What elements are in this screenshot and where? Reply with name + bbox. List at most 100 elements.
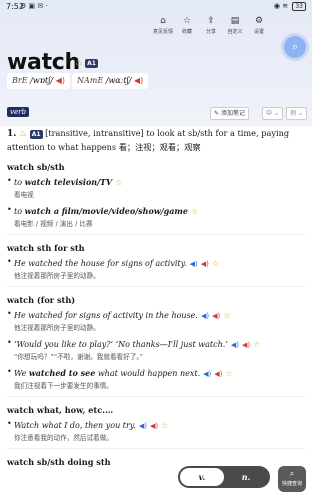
example-item: He watched for signs of activity in the … (7, 309, 305, 334)
speaker-uk-icon[interactable]: ◀) (242, 341, 250, 349)
favorite-label: 收藏 (181, 29, 192, 35)
quick-lookup-button[interactable]: ⌕ 快捷查询 (278, 466, 306, 492)
example-item: ‘Would you like to play?’ ‘No thanks—I'l… (7, 338, 305, 363)
share-label: 分享 (205, 29, 216, 35)
entry-toolbar: ⌂ 意见反馈 ☆ 收藏 ⇪ 分享 ▤ 自定义 ⚙ 设置 (152, 16, 268, 35)
pattern-heading: watch what, how, etc.… (7, 405, 114, 415)
example-translation: “你想玩吗？”“不啦，谢谢。我就看看好了。” (14, 353, 144, 361)
example-item: to watch television/TV☆ 看电视 (7, 176, 305, 201)
pattern-heading: watch (for sth) (7, 295, 76, 305)
gear-icon: ⚙ (254, 16, 264, 26)
favorite-star-icon[interactable]: ☆ (191, 207, 198, 216)
example-text-pre: Watch what I do, then you try. (14, 421, 136, 430)
example-text-bold: watch a film/movie/video/show/game (24, 206, 188, 216)
pron-us-ipa: /wɑːtʃ/ (105, 76, 132, 85)
example-translation: 他注视着那所房子里的动静。 (14, 272, 100, 280)
example-english: to watch a film/movie/video/show/game☆ (14, 205, 305, 218)
note-icon: ✎ (214, 110, 220, 117)
speaker-uk-icon[interactable]: ◀) (56, 76, 65, 85)
settings-label: 设置 (253, 29, 264, 35)
speaker-us-icon[interactable]: ◀) (190, 260, 198, 268)
speaker-uk-icon[interactable]: ◀) (201, 260, 209, 268)
pron-us-region: NAmE (77, 76, 104, 85)
example-english: We watched to see what would happen next… (14, 367, 305, 380)
sense-definition: 1. ♨ A1 [transitive, intransitive] to lo… (7, 127, 305, 154)
speaker-uk-icon[interactable]: ◀) (212, 312, 220, 320)
pron-uk[interactable]: BrE /wɒtʃ/ ◀) (7, 73, 70, 89)
favorite-star-icon[interactable]: ☆ (212, 259, 219, 268)
language-dropdown[interactable]: 中 ⌄ (262, 107, 283, 120)
star-icon: ☆ (182, 16, 192, 26)
example-english: to watch television/TV☆ (14, 176, 305, 189)
customize-button[interactable]: ▤ 自定义 (226, 16, 244, 35)
language-dropdown-label: 中 (266, 110, 273, 117)
speaker-us-icon[interactable]: ◀) (201, 312, 209, 320)
favorite-star-icon[interactable]: ☆ (225, 369, 232, 378)
speaker-uk-icon[interactable]: ◀) (150, 422, 158, 430)
share-button[interactable]: ⇪ 分享 (202, 16, 220, 35)
example-text-pre: ‘Would you like to play?’ ‘No thanks—I'l… (14, 340, 228, 349)
favorite-button[interactable]: ☆ 收藏 (178, 16, 196, 35)
example-text-pre: to (14, 178, 25, 187)
chevron-down-icon: ⌄ (273, 110, 279, 117)
status-bar: 7:52 ⚙ ▣ ✉ · ◉ ≋ 33 (0, 0, 312, 14)
feedback-icon: ⌂ (160, 16, 166, 26)
settings-button[interactable]: ⚙ 设置 (250, 16, 268, 35)
speaker-us-icon[interactable]: ◀) (139, 422, 147, 430)
favorite-star-icon[interactable]: ☆ (115, 178, 122, 187)
example-english: Watch what I do, then you try.◀)◀)☆ (14, 419, 305, 432)
example-text-pre: He watched the house for signs of activi… (14, 259, 187, 268)
speaker-uk-icon[interactable]: ◀) (214, 370, 222, 378)
example-english: He watched the house for signs of activi… (14, 257, 305, 270)
example-item: to watch a film/movie/video/show/game☆ 看电… (7, 205, 305, 230)
tab-noun[interactable]: n. (224, 468, 268, 486)
add-note-button[interactable]: ✎ 添加笔记 (210, 107, 249, 120)
battery-icon: 33 (292, 2, 306, 11)
example-dropdown[interactable]: 例 ⌄ (286, 107, 307, 120)
sense-level-badge: A1 (29, 130, 43, 139)
quick-lookup-icon: ⌕ (289, 469, 295, 478)
pattern-heading: watch sth for sth (7, 243, 85, 253)
customize-label: 自定义 (227, 29, 243, 35)
example-text-pre: We (14, 369, 29, 378)
example-text-bold: watched to see (28, 368, 96, 378)
pron-us[interactable]: NAmE /wɑːtʃ/ ◀) (72, 73, 149, 89)
speaker-us-icon[interactable]: ◀) (134, 76, 143, 85)
example-translation: 我们注视着下一步要发生的事情。 (14, 382, 113, 390)
example-text-bold: watch television/TV (24, 177, 113, 187)
add-note-label: 添加笔记 (220, 110, 245, 117)
speaker-us-icon[interactable]: ◀) (203, 370, 211, 378)
quick-lookup-label: 快捷查询 (281, 481, 302, 487)
headword: watch (7, 50, 80, 75)
section-divider (7, 234, 305, 235)
level-badge: A1 (85, 58, 98, 68)
section-divider (7, 448, 305, 449)
sense-number: 1. (7, 129, 17, 139)
sense-definition-text: [transitive, intransitive] to look at sb… (7, 128, 290, 152)
example-item: Watch what I do, then you try.◀)◀)☆你注意看我… (7, 419, 305, 444)
pattern-heading: watch sb/sth (7, 162, 65, 172)
chevron-down-icon: ⌄ (297, 110, 303, 117)
example-dropdown-label: 例 (290, 110, 297, 117)
favorite-star-icon[interactable]: ☆ (223, 311, 230, 320)
favorite-star-icon[interactable]: ☆ (161, 421, 168, 430)
tab-verb[interactable]: v. (180, 468, 224, 486)
example-item: We watched to see what would happen next… (7, 367, 305, 392)
notification-icons: ⚙ ▣ ✉ · (20, 2, 48, 10)
search-button[interactable]: ⌕ (284, 36, 306, 58)
feedback-button[interactable]: ⌂ 意见反馈 (152, 16, 173, 35)
headword-tags: ♨ A1 (75, 58, 98, 68)
system-icons: ◉ ≋ 33 (274, 2, 306, 11)
example-sections: watch sb/sthto watch television/TV☆看电视to… (7, 162, 305, 467)
example-translation: 他注视着那所房子里的动静。 (14, 324, 100, 332)
entry-content: 1. ♨ A1 [transitive, intransitive] to lo… (7, 127, 305, 470)
search-icon: ⌕ (291, 40, 299, 53)
flame-icon: ♨ (75, 58, 84, 68)
feedback-label: 意见反馈 (152, 29, 173, 35)
favorite-star-icon[interactable]: ☆ (253, 340, 260, 349)
example-text-pre: to (14, 207, 25, 216)
example-english: He watched for signs of activity in the … (14, 309, 305, 322)
example-translation: 你注意看我的动作，然后试着做。 (14, 434, 113, 442)
example-item: He watched the house for signs of activi… (7, 257, 305, 282)
speaker-us-icon[interactable]: ◀) (231, 341, 239, 349)
